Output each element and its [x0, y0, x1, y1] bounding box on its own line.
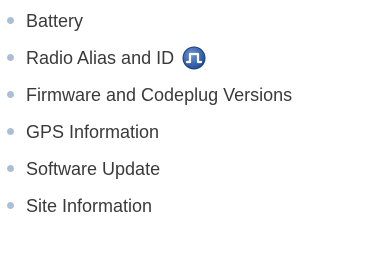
list-item-gps[interactable]: GPS Information [7, 113, 292, 150]
bullet-icon [7, 202, 14, 209]
list-item-software-update[interactable]: Software Update [7, 150, 292, 187]
list-item-radio-alias[interactable]: Radio Alias and ID [7, 39, 292, 76]
list-item-label: Battery [26, 10, 84, 31]
bullet-icon [7, 128, 14, 135]
list-item-label: Firmware and Codeplug Versions [26, 84, 293, 105]
bullet-icon [7, 91, 14, 98]
signal-pulse-icon [182, 46, 206, 70]
bullet-icon [7, 165, 14, 172]
list-item-label: Radio Alias and ID [26, 47, 175, 68]
menu-list: Battery Radio Alias and ID Firmware and … [7, 2, 292, 224]
list-item-battery[interactable]: Battery [7, 2, 292, 39]
list-item-site-information[interactable]: Site Information [7, 187, 292, 224]
list-item-label: Software Update [26, 158, 161, 179]
list-item-firmware[interactable]: Firmware and Codeplug Versions [7, 76, 292, 113]
bullet-icon [7, 54, 14, 61]
bullet-icon [7, 17, 14, 24]
list-item-label: Site Information [26, 195, 153, 216]
list-item-label: GPS Information [26, 121, 160, 142]
